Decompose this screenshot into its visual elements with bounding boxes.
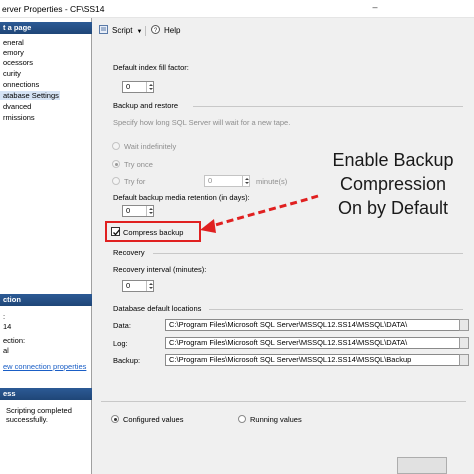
db-locations-divider <box>209 309 463 310</box>
try-once-radio[interactable] <box>112 160 120 168</box>
recovery-interval-label: Recovery interval (minutes): <box>113 265 207 274</box>
ok-button[interactable] <box>397 457 447 474</box>
title-bar: erver Properties - CF\SS14 ‒ <box>0 0 474 18</box>
fill-factor-input[interactable]: 0 <box>122 81 154 93</box>
progress-status: Scripting completed successfully. <box>6 406 72 424</box>
page-item-security[interactable]: curity <box>0 69 21 78</box>
view-connection-properties-link[interactable]: ew connection properties <box>3 362 86 371</box>
connection-server-value: 14 <box>3 322 12 331</box>
script-icon <box>99 25 108 34</box>
try-once-label: Try once <box>124 160 153 169</box>
log-path-label: Log: <box>113 339 128 348</box>
close-button[interactable] <box>438 0 474 16</box>
wait-indefinitely-radio[interactable] <box>112 142 120 150</box>
toolbar-separator <box>145 26 146 36</box>
help-label: Help <box>164 26 181 35</box>
compress-backup-checkbox[interactable] <box>111 227 120 236</box>
recovery-group-label: Recovery <box>113 248 145 257</box>
recovery-divider <box>153 253 463 254</box>
try-for-label: Try for <box>124 177 146 186</box>
log-path-browse-button[interactable] <box>459 337 469 349</box>
connection-server-label: : <box>3 312 6 321</box>
data-path-browse-button[interactable] <box>459 319 469 331</box>
page-item-permissions[interactable]: rmissions <box>0 113 35 122</box>
annotation-line-2: Compression <box>339 174 447 194</box>
select-page-header: t a page <box>0 22 92 34</box>
compress-backup-label: Compress backup <box>123 228 184 237</box>
connection-label: ection: <box>3 336 26 345</box>
db-locations-group-label: Database default locations <box>113 304 202 313</box>
backup-restore-group-label: Backup and restore <box>113 101 179 110</box>
configured-values-label: Configured values <box>123 415 184 424</box>
annotation-line-1: Enable Backup <box>332 150 454 170</box>
progress-header: ess <box>0 388 92 400</box>
window-title: erver Properties - CF\SS14 <box>2 4 105 14</box>
running-values-label: Running values <box>250 415 302 424</box>
retention-value: 0 <box>126 206 131 215</box>
configured-values-radio[interactable] <box>111 415 119 423</box>
checkmark-icon <box>113 229 120 236</box>
page-item-advanced[interactable]: dvanced <box>0 102 31 111</box>
minimize-button[interactable]: ‒ <box>369 1 381 13</box>
help-icon: ? <box>151 25 160 34</box>
page-item-database-settings[interactable]: atabase Settings <box>0 91 60 100</box>
fill-factor-value: 0 <box>126 82 131 91</box>
wait-indefinitely-label: Wait indefinitely <box>124 142 177 151</box>
connection-header: ction <box>0 294 92 306</box>
recovery-interval-spin-icon[interactable] <box>146 281 153 291</box>
retention-label: Default backup media retention (in days)… <box>113 193 250 202</box>
backup-path-input[interactable]: C:\Program Files\Microsoft SQL Server\MS… <box>165 354 468 366</box>
backup-restore-hint: Specify how long SQL Server will wait fo… <box>113 118 291 127</box>
values-divider <box>101 401 466 402</box>
try-for-input[interactable]: 0 <box>204 175 250 187</box>
page-item-connections[interactable]: onnections <box>0 80 39 89</box>
retention-input[interactable]: 0 <box>122 205 154 217</box>
script-button[interactable]: Script ▼ <box>99 25 142 37</box>
log-path-input[interactable]: C:\Program Files\Microsoft SQL Server\MS… <box>165 337 468 349</box>
annotation-line-3: On by Default <box>337 198 449 218</box>
annotation-text: Enable Backup Compression On by Default <box>312 148 474 220</box>
retention-spin-icon[interactable] <box>146 206 153 216</box>
try-for-unit: minute(s) <box>256 177 288 186</box>
recovery-interval-value: 0 <box>126 281 131 290</box>
toolbar: Script ▼ ? Help <box>93 22 474 40</box>
try-for-radio[interactable] <box>112 177 120 185</box>
try-for-spin-icon[interactable] <box>242 176 249 186</box>
running-values-radio[interactable] <box>238 415 246 423</box>
page-item-general[interactable]: eneral <box>0 38 24 47</box>
fill-factor-spin-icon[interactable] <box>146 82 153 92</box>
bottom-bar <box>93 455 474 474</box>
script-dropdown-icon[interactable]: ▼ <box>136 29 142 35</box>
backup-path-browse-button[interactable] <box>459 354 469 366</box>
left-pane: t a page eneral emory ocessors curity on… <box>0 18 92 474</box>
data-path-label: Data: <box>113 321 131 330</box>
connection-value: al <box>3 346 9 355</box>
script-label: Script <box>112 26 133 35</box>
recovery-interval-input[interactable]: 0 <box>122 280 154 292</box>
backup-path-label: Backup: <box>113 356 141 365</box>
page-item-memory[interactable]: emory <box>0 48 24 57</box>
backup-restore-divider <box>193 106 463 107</box>
try-for-value: 0 <box>208 176 213 185</box>
fill-factor-label: Default index fill factor: <box>113 63 189 72</box>
help-button[interactable]: ? Help <box>151 25 180 37</box>
page-item-processors[interactable]: ocessors <box>0 58 33 67</box>
data-path-input[interactable]: C:\Program Files\Microsoft SQL Server\MS… <box>165 319 468 331</box>
settings-content: Default index fill factor: 0 Backup and … <box>93 41 474 474</box>
